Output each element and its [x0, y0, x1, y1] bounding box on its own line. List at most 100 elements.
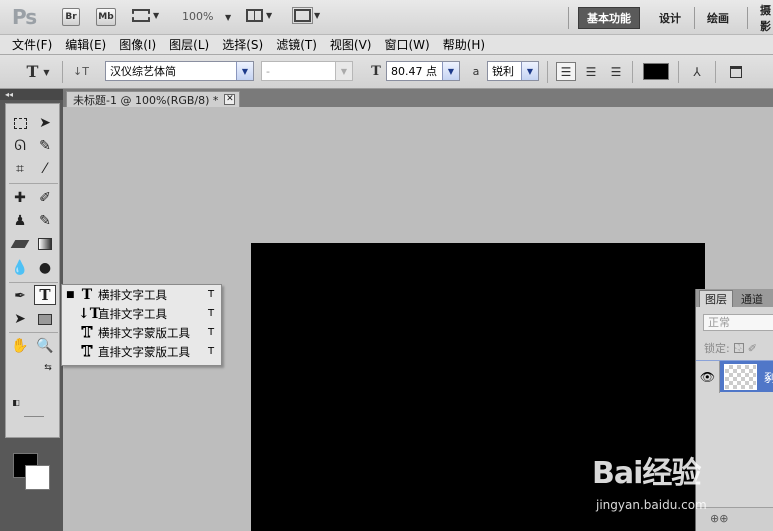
layer-thumbnail: [724, 364, 757, 390]
workspace-essentials[interactable]: 基本功能: [578, 7, 640, 29]
type-tool-icon: T: [26, 62, 39, 81]
chevron-down-icon: ▼: [153, 11, 160, 20]
move-tool[interactable]: ➤: [34, 113, 56, 133]
eyedropper-tool[interactable]: ⁄: [34, 159, 56, 179]
layer-row[interactable]: 👁 剢: [696, 360, 773, 393]
blur-tool[interactable]: 💧: [9, 258, 31, 278]
ps-logo: Ps: [12, 5, 37, 29]
menu-layer[interactable]: 图层(L): [169, 36, 209, 53]
crop-tool[interactable]: ⌗: [9, 159, 31, 179]
tool-preset-picker[interactable]: T ▼: [20, 62, 56, 81]
history-brush-tool[interactable]: ✎: [34, 211, 56, 231]
collapse-panel-button[interactable]: ◂◂: [0, 89, 63, 100]
align-center-icon: ☰: [585, 64, 597, 79]
marquee-tool[interactable]: [9, 113, 31, 133]
font-size-select[interactable]: 80.47 点 ▼: [386, 61, 460, 81]
workspace-design[interactable]: 设计: [651, 7, 689, 29]
menu-file[interactable]: 文件(F): [12, 36, 52, 53]
bandage-icon: ✚: [14, 190, 26, 206]
align-right-icon: ☰: [610, 64, 622, 79]
eye-icon[interactable]: 👁: [696, 361, 720, 393]
lock-brush-icon[interactable]: ✐: [748, 342, 757, 355]
hand-icon: ✋: [11, 338, 29, 354]
menu-window[interactable]: 窗口(W): [384, 36, 429, 53]
zoom-tool[interactable]: 🔍: [34, 336, 56, 356]
flyout-item-horizontal-type-mask[interactable]: T 横排文字蒙版工具 T: [66, 323, 218, 342]
workspace-photography[interactable]: 摄影: [752, 4, 773, 33]
pen-icon: ✒: [14, 288, 26, 304]
arrange-documents-button[interactable]: ▼: [246, 9, 272, 22]
lock-transparency-icon[interactable]: [733, 343, 744, 353]
document-tab-bar: 未标题-1 @ 100%(RGB/8) * ✕: [63, 89, 773, 107]
flyout-item-horizontal-type[interactable]: ■ T 横排文字工具 T: [66, 285, 218, 304]
swap-arrow-icon: ⇆: [44, 363, 52, 373]
pen-tool[interactable]: ✒: [9, 286, 31, 306]
menu-edit[interactable]: 编辑(E): [65, 36, 106, 53]
anti-alias-select[interactable]: 锐利 ▼: [487, 61, 539, 81]
healing-brush-tool[interactable]: ✚: [9, 188, 31, 208]
move-icon: ➤: [39, 115, 51, 131]
zoom-level[interactable]: 100% ▼: [182, 10, 231, 23]
flyout-item-vertical-type[interactable]: ↓T 直排文字工具 T: [66, 304, 218, 323]
align-center-button[interactable]: ☰: [581, 62, 601, 81]
warp-text-button[interactable]: ⅄: [687, 62, 707, 81]
shape-tool[interactable]: [34, 309, 56, 329]
lasso-tool[interactable]: ᘏ: [9, 136, 31, 156]
menu-select[interactable]: 选择(S): [222, 36, 263, 53]
application-bar: Ps Br Mb ▼ 100% ▼ ▼ ▼ 基本功能 设计 绘画 摄影: [0, 0, 773, 35]
gradient-tool[interactable]: [34, 234, 56, 254]
divider: [715, 61, 716, 83]
film-icon: [132, 9, 150, 22]
clone-stamp-tool[interactable]: ♟: [9, 211, 31, 231]
document-title: 未标题-1 @ 100%(RGB/8) *: [73, 93, 219, 107]
type-tool[interactable]: T: [34, 285, 56, 305]
brush-tool[interactable]: ✐: [34, 188, 56, 208]
arrow-icon: ➤: [14, 311, 26, 327]
menu-image[interactable]: 图像(I): [119, 36, 156, 53]
view-extras-button[interactable]: ▼: [132, 9, 159, 22]
swap-colors-button[interactable]: ⇆: [42, 362, 54, 374]
eraser-tool[interactable]: [9, 234, 31, 254]
chevron-down-icon: ▼: [266, 11, 273, 20]
background-color[interactable]: [25, 465, 50, 490]
flyout-item-vertical-type-mask[interactable]: T 直排文字蒙版工具 T: [66, 342, 218, 361]
chevron-down-icon: ▼: [335, 62, 352, 80]
mini-bridge-button[interactable]: Mb: [96, 8, 116, 26]
chevron-down-icon: ▼: [236, 62, 253, 80]
chevron-down-icon: ▼: [43, 66, 50, 77]
screen-mode-button[interactable]: ▼: [292, 7, 321, 24]
menu-help[interactable]: 帮助(H): [443, 36, 485, 53]
document-tab[interactable]: 未标题-1 @ 100%(RGB/8) * ✕: [66, 91, 241, 107]
font-family-select[interactable]: 汉仪综艺体简 ▼: [105, 61, 254, 81]
tab-channels[interactable]: 通道: [736, 290, 768, 307]
quick-select-tool[interactable]: ✎: [34, 136, 56, 156]
workspace-painting[interactable]: 绘画: [699, 7, 737, 29]
chevron-down-icon: ▼: [314, 11, 321, 20]
horizontal-type-mask-icon: T: [81, 324, 93, 341]
lasso-icon: ᘏ: [14, 138, 26, 154]
quick-mask-button[interactable]: [24, 416, 44, 417]
anti-alias-icon: a: [472, 65, 480, 78]
character-panel-button[interactable]: [726, 62, 746, 81]
text-color-swatch[interactable]: [643, 63, 669, 80]
font-style-select[interactable]: - ▼: [261, 61, 353, 81]
dodge-tool[interactable]: ●: [34, 258, 56, 278]
close-icon[interactable]: ✕: [224, 94, 236, 105]
rect-marquee-icon: [13, 117, 27, 129]
divider: [678, 61, 679, 83]
align-right-button[interactable]: ☰: [606, 62, 626, 81]
bridge-button[interactable]: Br: [62, 8, 80, 26]
hand-tool[interactable]: ✋: [9, 336, 31, 356]
align-left-button[interactable]: ☰: [556, 62, 576, 81]
tab-layers[interactable]: 图层: [699, 290, 733, 307]
blend-mode-select[interactable]: 正常: [703, 314, 773, 331]
menu-view[interactable]: 视图(V): [330, 36, 372, 53]
default-colors-button[interactable]: ◧: [10, 396, 22, 408]
brush-icon: ✐: [39, 190, 51, 206]
layer-name: 剢: [764, 371, 773, 385]
history-brush-icon: ✎: [39, 213, 51, 229]
path-selection-tool[interactable]: ➤: [9, 309, 31, 329]
menu-filter[interactable]: 滤镜(T): [276, 36, 317, 53]
warp-text-icon: ⅄: [693, 64, 701, 79]
toggle-text-orientation-button[interactable]: ↓T: [71, 62, 91, 81]
